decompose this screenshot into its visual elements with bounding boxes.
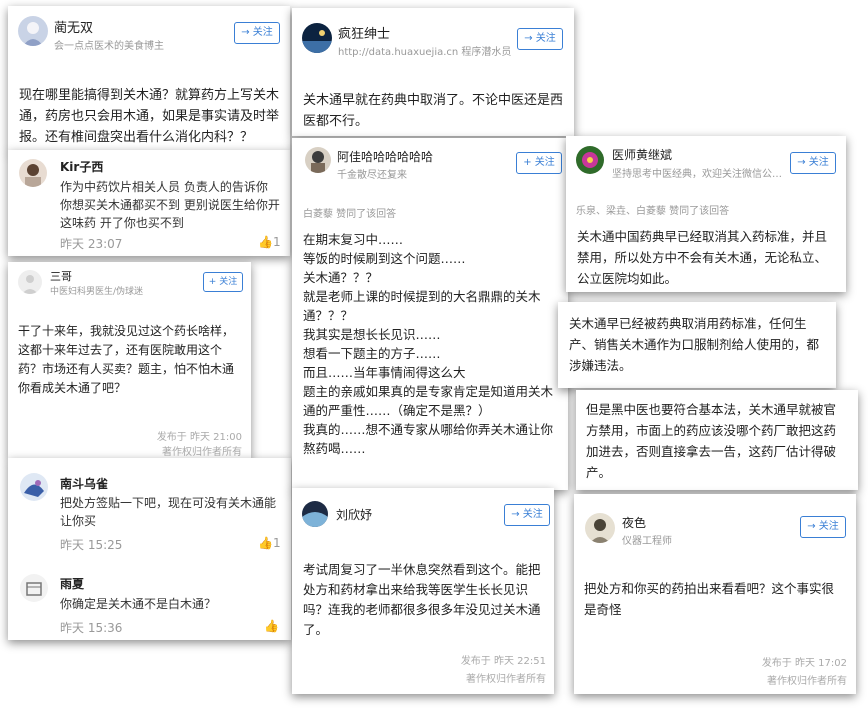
follow-button[interactable]: → 关注 <box>790 152 836 174</box>
comments-card: 南斗乌雀 把处方签贴一下吧，现在可没有关木通能让你买 昨天 15:25 👍1 雨… <box>8 458 291 640</box>
comment-text: 你确定是关木通不是白木通？ <box>60 597 217 611</box>
copyright-note: 著作权归作者所有 <box>767 676 847 687</box>
comment-like[interactable]: 👍1 <box>258 536 281 550</box>
author-bio: 仪器工程师 <box>622 536 672 547</box>
comment-time: 昨天 15:25 <box>60 538 123 552</box>
answer-excerpt-card: 但是黑中医也要符合基本法，关木通早就被官方禁用，市面上的药应该没哪个药厂敢把这药… <box>576 390 858 490</box>
user-avatar[interactable] <box>305 147 331 173</box>
answer-text: 关木通中国药典早已经取消其入药标准，并且禁用，所以处方中不会有关木通，无论私立、… <box>577 229 828 286</box>
thumbs-up-icon: 👍 <box>258 536 273 550</box>
upvoted-by: 乐泉、梁垚、白菱藜 赞同了该回答 <box>576 206 730 217</box>
user-avatar[interactable] <box>18 270 42 294</box>
author-name[interactable]: 三哥 <box>50 268 72 284</box>
author-name[interactable]: 阿佳哈哈哈哈哈哈 <box>337 148 433 165</box>
answer-card-lin-wushuang: 蔺无双 会一点点医术的美食博主 → 关注 现在哪里能搞得到关木通？就算药方上写关… <box>8 6 290 152</box>
author-bio: 坚持思考中医经典，欢迎关注微信公… <box>612 169 782 180</box>
answer-card-huang-jibin: 医师黄继斌 坚持思考中医经典，欢迎关注微信公… → 关注 乐泉、梁垚、白菱藜 赞… <box>566 136 846 292</box>
publish-time: 发布于 昨天 22:51 <box>460 656 546 667</box>
commenter-name[interactable]: 南斗乌雀 <box>60 475 108 492</box>
author-bio: 中医妇科男医生/伪球迷 <box>50 287 144 297</box>
comment-card-kir: Kir子西 作为中药饮片相关人员 负责人的告诉你 你想买关木通都买不到 更别说医… <box>8 150 290 256</box>
comment-text: 把处方签贴一下吧，现在可没有关木通能让你买 <box>60 496 277 528</box>
comment-text: 作为中药饮片相关人员 负责人的告诉你 你想买关木通都买不到 更别说医生给你开这味… <box>60 180 280 230</box>
copyright-note: 著作权归作者所有 <box>466 674 546 685</box>
author-name[interactable]: 蔺无双 <box>54 17 93 36</box>
answer-excerpt-card: 关木通早已经被药典取消用药标准，任何生产、销售关木通作为口服制剂给人使用的，都涉… <box>558 302 836 388</box>
thumbs-up-icon: 👍 <box>258 235 273 249</box>
author-bio: 会一点点医术的美食博主 <box>54 41 164 52</box>
upvoted-by: 白菱藜 赞同了该回答 <box>303 209 397 220</box>
author-bio: 千金散尽还复来 <box>337 170 407 181</box>
answer-card-a-jia: 阿佳哈哈哈哈哈哈 千金散尽还复来 + 关注 白菱藜 赞同了该回答 在期末复习中…… <box>292 138 568 490</box>
answer-card-ye-se: 夜色 仪器工程师 → 关注 把处方和你买的药拍出来看看吧？这个事实很是奇怪 发布… <box>574 494 856 694</box>
answer-text: 考试周复习了一半休息突然看到这个。能把处方和药材拿出来给我等医学生长长见识吗？连… <box>303 562 541 637</box>
like-count: 1 <box>272 536 281 550</box>
copyright-note: 著作权归作者所有 <box>162 447 242 458</box>
comment-like[interactable]: 👍1 <box>258 235 281 249</box>
follow-button[interactable]: → 关注 <box>504 504 550 526</box>
comment-time: 昨天 15:36 <box>60 621 123 635</box>
comment-like[interactable]: 👍 <box>264 619 279 633</box>
user-avatar[interactable] <box>302 23 332 53</box>
publish-time: 发布于 昨天 21:00 <box>156 432 242 443</box>
commenter-name[interactable]: 雨夏 <box>60 575 84 592</box>
answer-text: 关木通早已经被药典取消用药标准，任何生产、销售关木通作为口服制剂给人使用的，都涉… <box>569 316 820 373</box>
answer-text: 干了十来年，我就没见过这个药长啥样，这都十来年过去了，还有医院敢用这个药？市场还… <box>18 324 235 395</box>
user-avatar[interactable] <box>18 16 48 46</box>
commenter-avatar[interactable] <box>20 574 48 602</box>
answer-text: 现在哪里能搞得到关木通？就算药方上写关木通，药房也只会用木通，如果是事实请及时举… <box>19 88 280 145</box>
thumbs-up-icon: 👍 <box>264 619 279 633</box>
publish-time: 发布于 昨天 17:02 <box>761 658 847 669</box>
author-bio: http://data.huaxuejia.cn 程序潜水员 <box>338 47 512 58</box>
answer-text: 把处方和你买的药拍出来看看吧？这个事实很是奇怪 <box>584 581 835 617</box>
answer-card-fengkuang-shenshi: 疯狂绅士 http://data.huaxuejia.cn 程序潜水员 → 关注… <box>292 8 574 136</box>
answer-card-liu-xinyu: 刘欣妤 → 关注 考试周复习了一半休息突然看到这个。能把处方和药材拿出来给我等医… <box>292 488 554 694</box>
answer-text: 但是黑中医也要符合基本法，关木通早就被官方禁用，市面上的药应该没哪个药厂敢把这药… <box>586 402 837 480</box>
user-avatar[interactable] <box>576 146 604 174</box>
commenter-avatar[interactable] <box>20 473 48 501</box>
author-name[interactable]: 疯狂绅士 <box>338 23 390 42</box>
like-count: 1 <box>272 235 281 249</box>
author-name[interactable]: 夜色 <box>622 514 646 531</box>
answer-card-san-ge: 三哥 中医妇科男医生/伪球迷 + 关注 干了十来年，我就没见过这个药长啥样，这都… <box>8 262 251 458</box>
commenter-name[interactable]: Kir子西 <box>60 158 103 175</box>
follow-button[interactable]: → 关注 <box>517 28 563 50</box>
author-name[interactable]: 医师黄继斌 <box>612 146 672 163</box>
follow-button[interactable]: → 关注 <box>234 22 280 44</box>
follow-button[interactable]: + 关注 <box>516 152 562 174</box>
user-avatar[interactable] <box>302 501 328 527</box>
follow-button[interactable]: + 关注 <box>203 272 243 292</box>
follow-button[interactable]: → 关注 <box>800 516 846 538</box>
answer-text: 关木通早就在药典中取消了。不论中医还是西医都不行。 <box>303 93 564 129</box>
answer-text: 在期末复习中…… 等饭的时候刷到这个问题…… 关木通？？？ 就是老师上课的时候提… <box>303 232 554 456</box>
comment-time: 昨天 23:07 <box>60 237 123 251</box>
commenter-avatar[interactable] <box>19 159 47 187</box>
author-name[interactable]: 刘欣妤 <box>336 506 372 523</box>
user-avatar[interactable] <box>585 513 615 543</box>
